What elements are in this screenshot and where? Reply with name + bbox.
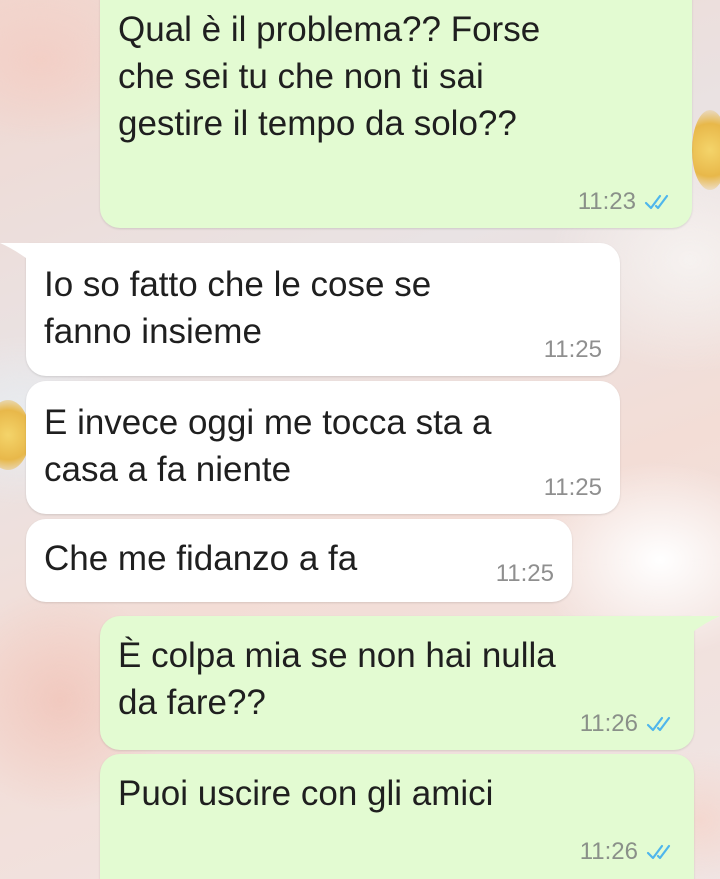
message-text: Puoi uscire con gli amici — [118, 774, 494, 813]
message-text: E invece oggi me tocca sta a casa a fa n… — [44, 403, 492, 489]
bubble-tail — [0, 243, 30, 261]
message-bubble-outgoing[interactable]: Puoi uscire con gli amici 11:26 — [100, 754, 694, 879]
double-check-icon — [646, 844, 671, 860]
message-time: 11:25 — [495, 560, 554, 587]
message-meta: 11:26 — [580, 838, 676, 866]
message-time: 11:26 — [579, 710, 638, 737]
message-bubble-incoming[interactable]: Io so fatto che le cose se fanno insieme… — [26, 243, 620, 376]
background-flower-decoration — [692, 110, 720, 190]
double-check-icon — [646, 716, 671, 732]
message-bubble-outgoing[interactable]: Qual è il problema?? Forse che sei tu ch… — [100, 0, 692, 228]
message-bubble-incoming[interactable]: E invece oggi me tocca sta a casa a fa n… — [26, 381, 620, 514]
message-meta: 11:26 — [580, 710, 676, 738]
message-text: Io so fatto che le cose se fanno insieme — [44, 265, 432, 351]
message-meta: 11:25 — [544, 474, 602, 502]
message-text: Che me fidanzo a fa — [44, 539, 358, 578]
message-meta: 11:25 — [496, 560, 554, 588]
message-time: 11:25 — [543, 336, 602, 363]
bubble-tail — [690, 616, 720, 634]
message-bubble-outgoing[interactable]: È colpa mia se non hai nulla da fare?? 1… — [100, 616, 694, 750]
message-bubble-incoming[interactable]: Che me fidanzo a fa 11:25 — [26, 519, 572, 602]
double-check-icon — [644, 194, 669, 210]
message-time: 11:23 — [577, 188, 636, 215]
message-meta: 11:25 — [544, 336, 602, 364]
message-time: 11:25 — [543, 474, 602, 501]
message-meta: 11:23 — [578, 188, 674, 216]
message-text: È colpa mia se non hai nulla da fare?? — [118, 636, 556, 722]
message-text: Qual è il problema?? Forse che sei tu ch… — [118, 10, 541, 143]
message-time: 11:26 — [579, 838, 638, 865]
